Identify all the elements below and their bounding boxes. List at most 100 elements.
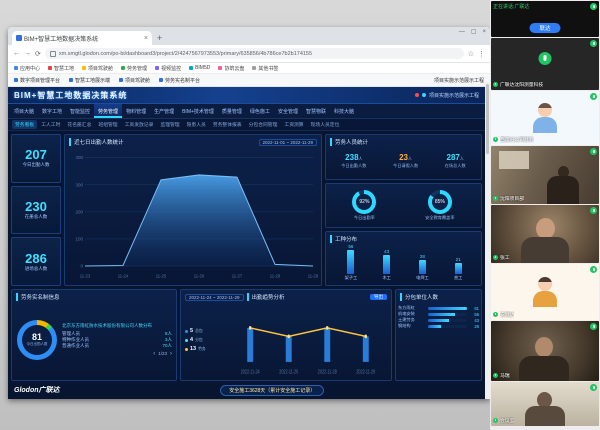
participant-tile[interactable]: 广联达沈阳测量科技 xyxy=(491,38,599,90)
dash-nav-item[interactable]: 项目大脑 xyxy=(10,104,38,118)
ranking-panel-title: 分包单位人数 xyxy=(400,293,438,301)
dash-nav-item[interactable]: 绿色施工 xyxy=(246,104,274,118)
back-button[interactable]: ← xyxy=(13,50,20,57)
dashboard-header-right: 项目实施示范展示工程 xyxy=(415,92,479,99)
legend-label: 劳务 xyxy=(198,347,206,352)
svg-text:11-24: 11-24 xyxy=(118,274,129,279)
camera-status-icon xyxy=(590,384,597,391)
participant-tile[interactable]: 安顺达 xyxy=(491,264,599,320)
page-tab[interactable]: 智慧工地展示端 xyxy=(69,77,110,84)
dash-nav-item[interactable]: 科技大脑 xyxy=(330,104,358,118)
tab-close-icon[interactable]: × xyxy=(144,35,148,42)
dash-nav-item[interactable]: BIM+技术管理 xyxy=(178,104,218,118)
dash-nav-item[interactable]: 智慧物联 xyxy=(302,104,330,118)
chip-unit: 人 xyxy=(460,156,464,161)
rank-bar-fill xyxy=(428,319,449,322)
legend-item: 4分包 xyxy=(185,337,221,343)
participant-tile[interactable]: 西南分公司财务 xyxy=(491,91,599,145)
dash-nav-item[interactable]: 劳务管理 xyxy=(94,104,122,118)
participant-tile[interactable]: 会议室 xyxy=(491,382,599,426)
dash-nav-item[interactable]: 智能监控 xyxy=(66,104,94,118)
forward-button[interactable]: → xyxy=(24,50,31,57)
dashboard-header: BIM+智慧工地数据决策系统 项目实施示范展示工程 xyxy=(8,87,485,104)
trade-value: 56 xyxy=(348,244,353,249)
dash-subnav-item[interactable]: 工资测算 xyxy=(281,120,306,129)
participant-tiles: 广联达沈阳测量科技西南分公司财务沈阳项目部张工安顺达马瑞会议室 xyxy=(491,38,599,426)
rank-value: 81 xyxy=(469,306,479,311)
camera-status-icon xyxy=(590,148,597,155)
speaker-badge[interactable]: 联达 xyxy=(529,23,560,33)
bookmark-item[interactable]: 其他书签 xyxy=(252,65,278,72)
bookmark-star-icon[interactable]: ☆ xyxy=(468,50,474,58)
dash-subnav-item[interactable]: 劳务整体报表 xyxy=(210,120,245,129)
participant-label: 西南分公司财务 xyxy=(493,136,534,143)
dash-nav-item[interactable]: 数字工地 xyxy=(38,104,66,118)
trend-legend: 5总包4分包13劳务 xyxy=(183,302,221,378)
trend-date-range-picker[interactable]: 2022-11-24 ~ 2022-11-29 xyxy=(185,294,244,301)
trade-item: 21普工 xyxy=(454,257,462,282)
bookmark-item[interactable]: 视频监控 xyxy=(155,65,181,72)
dash-nav-item[interactable]: 安全管理 xyxy=(274,104,302,118)
dash-nav-item[interactable]: 物料管理 xyxy=(122,104,150,118)
svg-text:11-28: 11-28 xyxy=(270,274,281,279)
donut-label: 今日出勤人数 xyxy=(27,342,48,347)
window-close-button[interactable]: × xyxy=(482,29,486,35)
page-tab[interactable]: 项目驾驶舱 xyxy=(119,77,150,84)
bookmark-item[interactable]: 项目驾驶舱 xyxy=(82,65,113,72)
trade-value: 21 xyxy=(456,257,461,262)
bookmark-item[interactable]: 智慧工地 xyxy=(48,65,74,72)
browser-menu-icon[interactable]: ⋮ xyxy=(478,50,485,58)
prev-page-icon[interactable]: ‹ xyxy=(153,351,155,357)
page-tab[interactable]: 数字项目管理平台 xyxy=(14,77,60,84)
dash-subnav-item[interactable]: 劳务看板 xyxy=(12,120,37,129)
attendance-chart-title: 近七日出勤人数统计 xyxy=(69,138,124,146)
person-torso xyxy=(519,356,569,381)
dash-subnav-item[interactable]: 分包合同管理 xyxy=(246,120,281,129)
export-button[interactable]: 导出 xyxy=(370,294,387,300)
avatar-head xyxy=(538,103,552,117)
window-maximize-button[interactable]: ▢ xyxy=(471,29,477,35)
rank-bar xyxy=(428,319,467,322)
bookmark-item[interactable]: 应用中心 xyxy=(14,65,40,72)
new-tab-button[interactable]: + xyxy=(157,33,162,43)
dash-subnav-item[interactable]: 工人工时 xyxy=(38,120,63,129)
participant-tile[interactable]: 马瑞 xyxy=(491,321,599,381)
stat-label: 在册总人数 xyxy=(25,214,48,220)
bookmarks-bar: 应用中心 智慧工地 项目驾驶舱 劳务管理 视频监控 BIM5D 协筑云盘 其他书签 xyxy=(8,63,490,74)
url-bar[interactable]: xm.smgtl.glodon.com/po-bi/dashboard3/pro… xyxy=(45,48,464,59)
svg-text:11-25: 11-25 xyxy=(156,274,167,279)
ranking-panel: 分包单位人数 东方雨虹81机电安装56土建劳务43钢结构28 xyxy=(395,289,482,381)
dash-subnav-item[interactable]: 班组管理 xyxy=(95,120,120,129)
bookmark-item[interactable]: 劳务管理 xyxy=(121,65,147,72)
roster-body: 81 今日出勤人数 北京东方雨虹防水技术股份有限公司人数分布 管理人员8人特种作… xyxy=(14,302,174,378)
page-tab[interactable]: 劳务实名制平台 xyxy=(159,77,200,84)
dash-nav-item[interactable]: 质量管理 xyxy=(218,104,246,118)
chip-value: 287人 xyxy=(447,154,464,162)
dash-subnav-item[interactable]: 隐患人员 xyxy=(184,120,209,129)
mic-status-icon xyxy=(590,3,597,10)
dash-subnav-item[interactable]: 现场人员定位 xyxy=(308,120,343,129)
chart-date-range-picker[interactable]: 2022-11-01 ~ 2022-11-29 xyxy=(259,139,318,146)
bookmark-item[interactable]: 协筑云盘 xyxy=(218,65,244,72)
bookmark-item[interactable]: BIM5D xyxy=(189,65,210,71)
person-head xyxy=(536,218,555,239)
dash-nav-item[interactable]: 生产管理 xyxy=(150,104,178,118)
svg-text:11-23: 11-23 xyxy=(80,274,91,279)
speaker-tile[interactable]: 正在讲话:广联达 联达 xyxy=(491,1,599,37)
mic-icon xyxy=(493,418,498,423)
attendance-chart-panel: 近七日出勤人数统计 2022-11-01 ~ 2022-11-29 010020… xyxy=(64,134,322,286)
browser-tab[interactable]: BIM+智慧工地数据决策系统 × xyxy=(12,31,152,45)
scrollbar-thumb[interactable] xyxy=(486,84,489,154)
rank-row: 钢结构28 xyxy=(398,323,479,329)
window-minimize-button[interactable]: — xyxy=(459,29,465,35)
participant-name: 会议室 xyxy=(500,417,514,424)
participant-tile[interactable]: 沈阳项目部 xyxy=(491,146,599,204)
stat-card: 230在册总人数 xyxy=(11,186,61,235)
participant-label: 安顺达 xyxy=(493,311,514,318)
dash-subnav-item[interactable]: 监理管理 xyxy=(157,120,182,129)
dash-subnav-item[interactable]: 花名册汇总 xyxy=(64,120,94,129)
next-page-icon[interactable]: › xyxy=(170,351,172,357)
participant-tile[interactable]: 张工 xyxy=(491,205,599,263)
refresh-button[interactable]: ⟳ xyxy=(35,50,41,58)
dash-subnav-item[interactable]: 工资发放记录 xyxy=(122,120,157,129)
